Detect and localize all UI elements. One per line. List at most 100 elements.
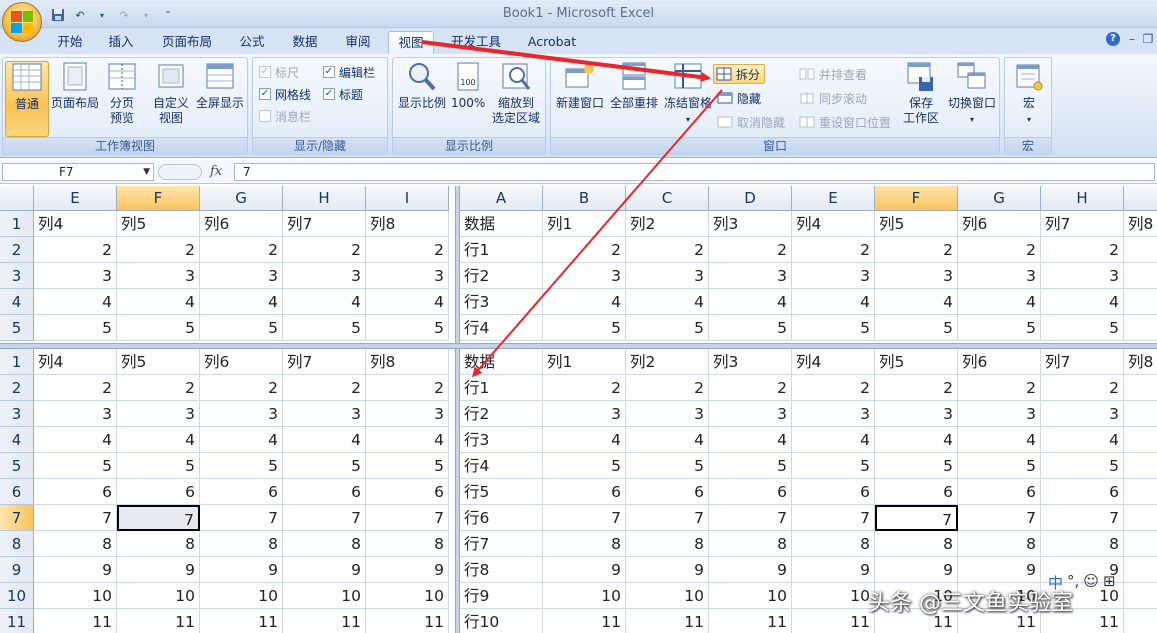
cell-F1[interactable]: 列5 xyxy=(117,349,200,375)
cell-G1[interactable]: 列6 xyxy=(958,349,1041,375)
cell-H6[interactable]: 6 xyxy=(283,479,366,505)
tab-data[interactable]: 数据 xyxy=(287,31,323,54)
cell-H9[interactable]: 9 xyxy=(283,557,366,583)
cell-E1[interactable]: 列4 xyxy=(34,211,117,237)
cell-F5[interactable]: 5 xyxy=(117,453,200,479)
cell-G1[interactable]: 列6 xyxy=(958,211,1041,237)
cell-B8[interactable]: 8 xyxy=(543,531,626,557)
cell-D11[interactable]: 11 xyxy=(709,609,792,633)
cell-H5[interactable]: 5 xyxy=(283,315,366,341)
cell-B6[interactable]: 6 xyxy=(543,479,626,505)
row-header-5[interactable]: 5 xyxy=(0,453,34,479)
cell-H1[interactable]: 列7 xyxy=(1041,349,1124,375)
cell-A4[interactable]: 行3 xyxy=(460,289,543,315)
cell-E11[interactable]: 11 xyxy=(34,609,117,633)
ruler-toggle[interactable]: ✓ 标尺 xyxy=(259,62,299,82)
cell-C6[interactable]: 6 xyxy=(626,479,709,505)
cell-I10[interactable]: 10 xyxy=(366,583,449,609)
cell-B9[interactable]: 9 xyxy=(543,557,626,583)
cell-F4[interactable]: 4 xyxy=(875,289,958,315)
column-header-D[interactable]: D xyxy=(709,186,792,211)
cell-C8[interactable]: 8 xyxy=(626,531,709,557)
cell-B5[interactable]: 5 xyxy=(543,315,626,341)
vertical-split-bar[interactable] xyxy=(455,186,460,633)
cell-H3[interactable]: 3 xyxy=(283,401,366,427)
cell-G2[interactable]: 2 xyxy=(200,375,283,401)
headings-checkbox[interactable]: ✓ xyxy=(323,88,335,100)
cell-H4[interactable]: 4 xyxy=(283,427,366,453)
cell-G4[interactable]: 4 xyxy=(200,427,283,453)
pane-bottom-left[interactable]: 1 列4 列5 列6 列7 列8 2 2 2 2 2 2 3 3 3 3 3 3 4 4 4 4 4 4 5 5 5 5 5 5 6 6 6 6 6… xyxy=(0,349,455,633)
cell-D9[interactable]: 9 xyxy=(709,557,792,583)
cell-A11[interactable]: 行10 xyxy=(460,609,543,633)
cell-C3[interactable]: 3 xyxy=(626,401,709,427)
cell-D2[interactable]: 2 xyxy=(709,375,792,401)
zoom-to-selection-button[interactable]: 缩放到 选定区域 xyxy=(487,61,545,126)
cell-I10[interactable]: 10 xyxy=(1124,583,1157,609)
cell-I5[interactable]: 5 xyxy=(366,453,449,479)
cell-F3[interactable]: 3 xyxy=(117,263,200,289)
cell-I7[interactable]: 7 xyxy=(1124,505,1157,531)
cell-H2[interactable]: 2 xyxy=(283,375,366,401)
cell-I1[interactable]: 列8 xyxy=(1124,211,1157,237)
cell-F1[interactable]: 列5 xyxy=(875,349,958,375)
formula-input[interactable]: 7 xyxy=(234,163,1155,181)
cell-F1[interactable]: 列5 xyxy=(117,211,200,237)
cell-D3[interactable]: 3 xyxy=(709,401,792,427)
cell-C10[interactable]: 10 xyxy=(626,583,709,609)
cell-H8[interactable]: 8 xyxy=(283,531,366,557)
cell-E1[interactable]: 列4 xyxy=(34,349,117,375)
cell-H4[interactable]: 4 xyxy=(1041,427,1124,453)
cell-D1[interactable]: 列3 xyxy=(709,349,792,375)
row-header-11[interactable]: 11 xyxy=(0,609,34,633)
gridlines-checkbox[interactable]: ✓ xyxy=(259,88,271,100)
cell-H3[interactable]: 3 xyxy=(1041,263,1124,289)
macros-button[interactable]: 宏 ▾ xyxy=(1009,61,1049,127)
cell-I3[interactable]: 3 xyxy=(1124,263,1157,289)
cell-G3[interactable]: 3 xyxy=(200,263,283,289)
cell-D5[interactable]: 5 xyxy=(709,315,792,341)
cell-I2[interactable]: 2 xyxy=(1124,237,1157,263)
cell-I3[interactable]: 3 xyxy=(366,263,449,289)
cell-F6[interactable]: 6 xyxy=(875,479,958,505)
cell-G4[interactable]: 4 xyxy=(200,289,283,315)
cell-G2[interactable]: 2 xyxy=(958,375,1041,401)
cell-F9[interactable]: 9 xyxy=(875,557,958,583)
tab-view[interactable]: 视图 xyxy=(388,31,434,54)
cell-E9[interactable]: 9 xyxy=(792,557,875,583)
freeze-panes-button[interactable]: 冻结窗格 ▾ xyxy=(661,61,715,127)
zoom-100-button[interactable]: 100 100% xyxy=(451,61,485,111)
cell-C4[interactable]: 4 xyxy=(626,289,709,315)
formula-bar-toggle[interactable]: ✓ 编辑栏 xyxy=(323,62,375,82)
save-workspace-button[interactable]: 保存 工作区 xyxy=(897,61,945,126)
tab-home[interactable]: 开始 xyxy=(52,31,88,54)
cell-A10[interactable]: 行9 xyxy=(460,583,543,609)
cell-B4[interactable]: 4 xyxy=(543,289,626,315)
cell-A2[interactable]: 行1 xyxy=(460,237,543,263)
cell-E2[interactable]: 2 xyxy=(792,237,875,263)
cell-G3[interactable]: 3 xyxy=(200,401,283,427)
tab-insert[interactable]: 插入 xyxy=(103,31,139,54)
arrange-all-button[interactable]: 全部重排 xyxy=(607,61,661,111)
cell-G5[interactable]: 5 xyxy=(200,453,283,479)
cell-D3[interactable]: 3 xyxy=(709,263,792,289)
cell-C5[interactable]: 5 xyxy=(626,453,709,479)
cell-I6[interactable]: 6 xyxy=(366,479,449,505)
cell-H7[interactable]: 7 xyxy=(283,505,366,531)
row-header-5[interactable]: 5 xyxy=(0,315,34,341)
cell-G5[interactable]: 5 xyxy=(958,315,1041,341)
cell-G11[interactable]: 11 xyxy=(200,609,283,633)
cell-H1[interactable]: 列7 xyxy=(283,349,366,375)
name-box-dropdown-icon[interactable]: ▼ xyxy=(143,164,150,180)
row-header-4[interactable]: 4 xyxy=(0,427,34,453)
cell-A9[interactable]: 行8 xyxy=(460,557,543,583)
cell-G4[interactable]: 4 xyxy=(958,289,1041,315)
cell-G6[interactable]: 6 xyxy=(200,479,283,505)
cell-H8[interactable]: 8 xyxy=(1041,531,1124,557)
pane-top-left[interactable]: E F G H I 1 列4 列5 列6 列7 列8 2 2 2 2 2 2 3 3 3 3 3 3 4 4 4 4 4 4 5 5 5 5 5 5 xyxy=(0,186,455,343)
cell-E2[interactable]: 2 xyxy=(34,237,117,263)
cell-E3[interactable]: 3 xyxy=(792,263,875,289)
cell-F5[interactable]: 5 xyxy=(117,315,200,341)
cell-C4[interactable]: 4 xyxy=(626,427,709,453)
cell-E6[interactable]: 6 xyxy=(34,479,117,505)
